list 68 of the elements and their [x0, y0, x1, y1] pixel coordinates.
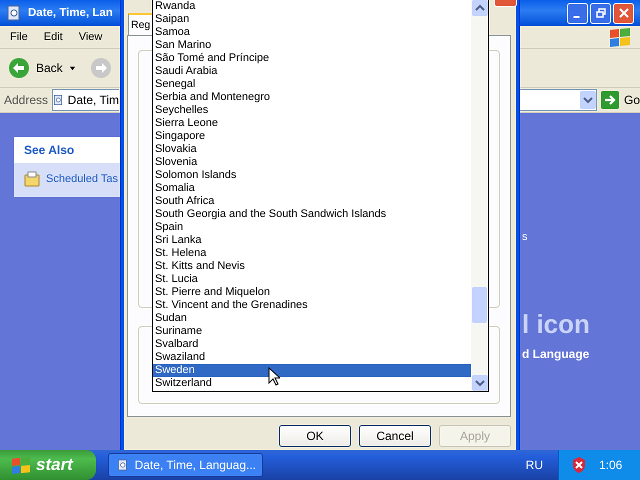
- scroll-up-icon[interactable]: [472, 0, 488, 16]
- list-item[interactable]: South Africa: [153, 195, 471, 208]
- list-item[interactable]: St. Pierre and Miquelon: [153, 286, 471, 299]
- list-item[interactable]: Senegal: [153, 78, 471, 91]
- content-text: d Language: [522, 347, 590, 361]
- list-item[interactable]: Swaziland: [153, 351, 471, 364]
- list-item[interactable]: Solomon Islands: [153, 169, 471, 182]
- list-item[interactable]: Sweden: [153, 364, 471, 377]
- address-label: Address: [4, 93, 48, 107]
- list-item[interactable]: Sri Lanka: [153, 234, 471, 247]
- windows-flag-icon: [608, 27, 632, 47]
- list-item[interactable]: Rwanda: [153, 0, 471, 13]
- panel-title: See Also: [14, 137, 120, 163]
- minimize-icon: [572, 16, 580, 18]
- scrollbar[interactable]: [471, 0, 488, 391]
- dialog-button[interactable]: OK: [279, 425, 351, 447]
- windows-flag-icon: [10, 456, 32, 474]
- language-indicator[interactable]: RU: [526, 458, 543, 472]
- list-item[interactable]: Somalia: [153, 182, 471, 195]
- folder-icon: [24, 171, 40, 187]
- address-field[interactable]: Date, Tim: [52, 89, 120, 111]
- list-item[interactable]: Sudan: [153, 312, 471, 325]
- scroll-down-icon[interactable]: [472, 375, 488, 391]
- list-item[interactable]: Singapore: [153, 130, 471, 143]
- content-text: l icon: [522, 309, 591, 341]
- list-item[interactable]: Saipan: [153, 13, 471, 26]
- list-item[interactable]: St. Lucia: [153, 273, 471, 286]
- mouse-pointer-icon: [268, 367, 280, 386]
- list-item[interactable]: St. Helena: [153, 247, 471, 260]
- list-item[interactable]: St. Vincent and the Grenadines: [153, 299, 471, 312]
- close-icon: [618, 8, 628, 18]
- list-item[interactable]: Sierra Leone: [153, 117, 471, 130]
- list-item[interactable]: Switzerland: [153, 377, 471, 390]
- window-title: Date, Time, Lan: [28, 7, 113, 19]
- list-item[interactable]: Samoa: [153, 26, 471, 39]
- list-item[interactable]: Serbia and Montenegro: [153, 91, 471, 104]
- minimize-button[interactable]: [567, 2, 588, 24]
- clock: 1:06: [599, 458, 622, 472]
- list-item[interactable]: South Georgia and the South Sandwich Islands: [153, 208, 471, 221]
- restore-button[interactable]: [590, 2, 611, 24]
- list-item[interactable]: St. Kitts and Nevis: [153, 260, 471, 273]
- clock-document-icon: [6, 5, 22, 21]
- taskbar-button[interactable]: Date, Time, Languag...: [108, 453, 263, 477]
- clock-document-icon: [117, 457, 129, 473]
- menu-item[interactable]: File: [10, 31, 28, 43]
- panel-link[interactable]: Scheduled Tas: [24, 171, 120, 187]
- menu-item[interactable]: View: [78, 31, 102, 43]
- list-item[interactable]: Spain: [153, 221, 471, 234]
- menu-item[interactable]: Edit: [44, 31, 63, 43]
- list-item[interactable]: Slovenia: [153, 156, 471, 169]
- list-item[interactable]: Suriname: [153, 325, 471, 338]
- close-button[interactable]: [613, 2, 634, 24]
- dialog-button[interactable]: Cancel: [359, 425, 431, 447]
- list-item[interactable]: Slovakia: [153, 143, 471, 156]
- list-item[interactable]: Saudi Arabia: [153, 65, 471, 78]
- clock-document-icon: [53, 92, 64, 108]
- list-item[interactable]: San Marino: [153, 39, 471, 52]
- restore-icon: [596, 8, 606, 18]
- list-item[interactable]: São Tomé and Príncipe: [153, 52, 471, 65]
- back-button[interactable]: Back: [8, 57, 76, 79]
- tab[interactable]: Reg: [128, 13, 154, 35]
- list-item[interactable]: Svalbard: [153, 338, 471, 351]
- shield-icon[interactable]: [571, 456, 587, 474]
- content-text: s: [522, 231, 528, 245]
- list-item[interactable]: Seychelles: [153, 104, 471, 117]
- go-button[interactable]: Go: [600, 91, 640, 109]
- scroll-thumb[interactable]: [472, 287, 487, 323]
- caret-icon: [68, 64, 76, 72]
